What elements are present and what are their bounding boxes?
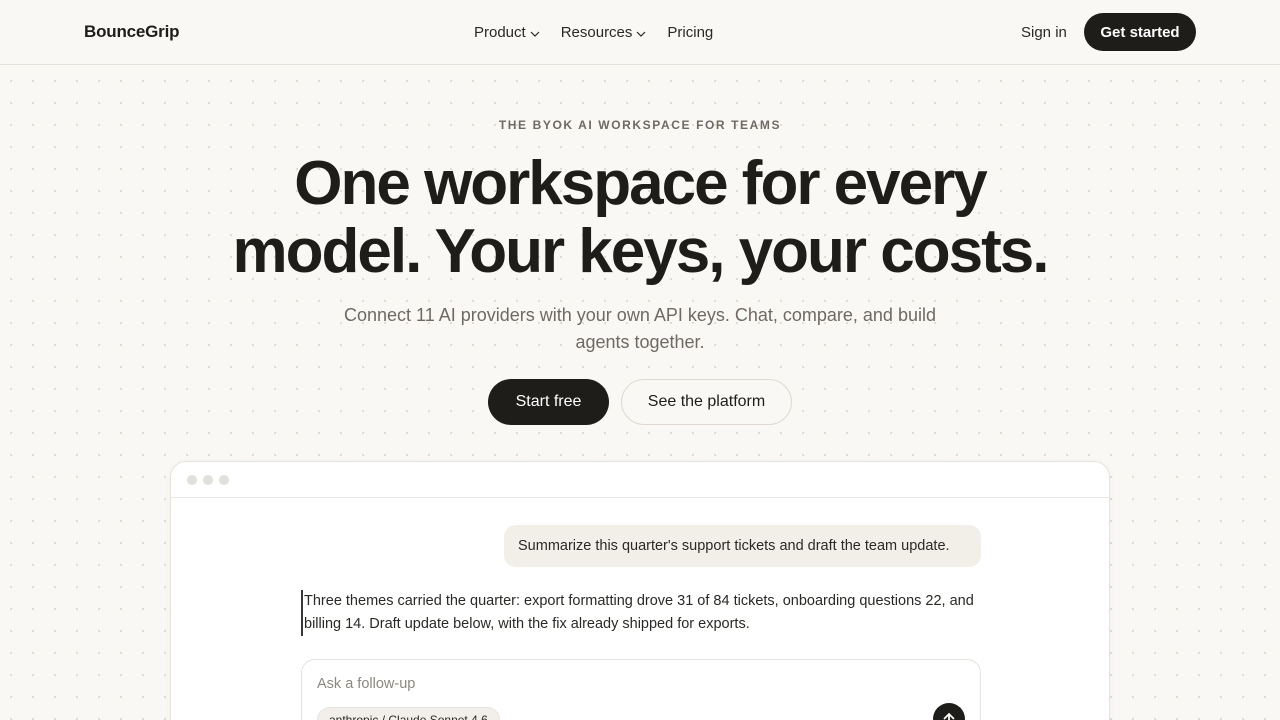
model-selector-chip[interactable]: anthropic / Claude Sonnet 4.6: [317, 707, 500, 720]
hero-subhead: Connect 11 AI providers with your own AP…: [344, 305, 936, 352]
nav-item-product[interactable]: Product: [474, 24, 541, 41]
nav-item-label: Pricing: [667, 24, 714, 41]
nav-item-pricing[interactable]: Pricing: [667, 24, 713, 41]
sign-in-link[interactable]: Sign in: [1021, 24, 1067, 41]
hero-headline: One workspace for every model. Your keys…: [0, 150, 1280, 286]
headline-line-2: model. Your keys, your costs.: [232, 217, 1050, 286]
chevron-down-icon: [636, 31, 646, 37]
window-dot: [203, 475, 213, 485]
window-dot: [187, 475, 197, 485]
demo-window: Summarize this quarter's support tickets…: [170, 461, 1110, 720]
nav-item-label: Product: [474, 24, 526, 41]
chevron-down-icon: [530, 31, 540, 37]
see-platform-button[interactable]: See the platform: [621, 379, 792, 425]
nav-item-resources[interactable]: Resources: [561, 24, 648, 41]
send-button[interactable]: [933, 703, 965, 720]
arrow-up-icon: [943, 713, 955, 720]
chat-composer: anthropic / Claude Sonnet 4.6: [301, 659, 981, 720]
get-started-button[interactable]: Get started: [1084, 13, 1196, 51]
headline-line-1: One workspace for every: [294, 149, 987, 218]
nav-item-label: Resources: [560, 24, 633, 41]
start-free-button[interactable]: Start free: [488, 379, 609, 425]
nav-links: Product Resources Pricing: [474, 24, 713, 41]
top-nav: BounceGrip Product Resources Pricing Sig…: [0, 0, 1280, 65]
follow-up-input[interactable]: [317, 674, 917, 694]
user-message-bubble: Summarize this quarter's support tickets…: [504, 525, 981, 567]
logo[interactable]: BounceGrip: [84, 22, 179, 42]
window-titlebar: [171, 462, 1109, 498]
window-dot: [219, 475, 229, 485]
hero-eyebrow: THE BYOK AI WORKSPACE FOR TEAMS: [498, 118, 782, 132]
assistant-message: Three themes carried the quarter: export…: [301, 590, 981, 636]
